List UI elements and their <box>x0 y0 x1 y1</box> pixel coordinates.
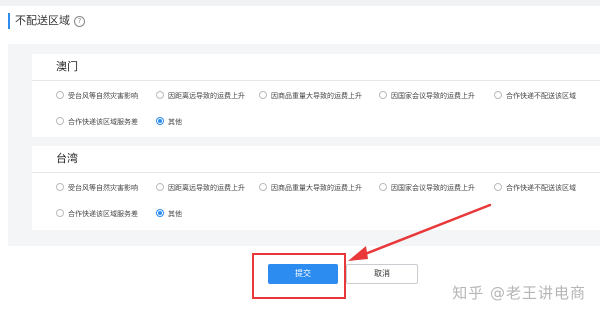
reason-radio[interactable]: 合作快递该区域服务差 <box>56 209 138 219</box>
reason-radio[interactable]: 受台风等自然灾害影响 <box>56 183 138 193</box>
region-card-taiwan: 台湾 受台风等自然灾害影响 因距离远导致的运费上升 因商品重量大导致的运费上升 … <box>32 146 600 230</box>
radio-icon[interactable] <box>379 183 387 191</box>
radio-icon[interactable] <box>56 117 64 125</box>
reason-label: 合作快递不配送该区域 <box>506 184 576 192</box>
reason-label: 因商品重量大导致的运费上升 <box>271 184 362 192</box>
reason-radio[interactable]: 因商品重量大导致的运费上升 <box>259 183 362 193</box>
help-icon[interactable]: ? <box>74 15 85 27</box>
reason-radio[interactable]: 合作快递不配送该区域 <box>494 91 576 101</box>
reason-label: 合作快递不配送该区域 <box>506 92 576 100</box>
cancel-button[interactable]: 取消 <box>346 264 418 284</box>
radio-checked-icon[interactable] <box>156 117 164 125</box>
radio-icon[interactable] <box>259 183 267 191</box>
reason-radio-selected[interactable]: 其他 <box>156 209 182 219</box>
radio-icon[interactable] <box>56 91 64 99</box>
reason-radio-selected[interactable]: 其他 <box>156 117 182 127</box>
section-title-text: 不配送区域 <box>15 14 70 27</box>
reason-radio[interactable]: 受台风等自然灾害影响 <box>56 91 138 101</box>
submit-button[interactable]: 提交 <box>268 264 338 284</box>
reason-label: 合作快递该区域服务差 <box>68 118 138 126</box>
watermark: 知乎 @老王讲电商 <box>452 284 586 302</box>
reason-radio[interactable]: 合作快递不配送该区域 <box>494 183 576 193</box>
reason-label: 因国家会议导致的运费上升 <box>391 92 475 100</box>
reason-label: 因国家会议导致的运费上升 <box>391 184 475 192</box>
region-title: 澳门 <box>56 60 78 73</box>
radio-icon[interactable] <box>156 183 164 191</box>
divider <box>32 80 600 81</box>
reason-label: 其他 <box>168 210 182 218</box>
radio-icon[interactable] <box>56 209 64 217</box>
reason-radio[interactable]: 因商品重量大导致的运费上升 <box>259 91 362 101</box>
reason-radio[interactable]: 因国家会议导致的运费上升 <box>379 183 475 193</box>
reason-label: 受台风等自然灾害影响 <box>68 184 138 192</box>
radio-icon[interactable] <box>379 91 387 99</box>
radio-icon[interactable] <box>494 91 502 99</box>
radio-icon[interactable] <box>494 183 502 191</box>
reason-label: 其他 <box>168 118 182 126</box>
reason-radio[interactable]: 因距离远导致的运费上升 <box>156 183 245 193</box>
divider <box>32 172 600 173</box>
radio-icon[interactable] <box>56 183 64 191</box>
region-title: 台湾 <box>56 152 78 165</box>
reason-radio[interactable]: 因国家会议导致的运费上升 <box>379 91 475 101</box>
reason-radio[interactable]: 合作快递该区域服务差 <box>56 117 138 127</box>
reason-label: 合作快递该区域服务差 <box>68 210 138 218</box>
radio-icon[interactable] <box>156 91 164 99</box>
reason-label: 因距离远导致的运费上升 <box>168 184 245 192</box>
region-card-macau: 澳门 受台风等自然灾害影响 因距离远导致的运费上升 因商品重量大导致的运费上升 … <box>32 54 600 137</box>
reason-label: 因距离远导致的运费上升 <box>168 92 245 100</box>
reason-radio[interactable]: 因距离远导致的运费上升 <box>156 91 245 101</box>
section-title: 不配送区域? <box>8 13 85 29</box>
reason-label: 因商品重量大导致的运费上升 <box>271 92 362 100</box>
reason-label: 受台风等自然灾害影响 <box>68 92 138 100</box>
radio-checked-icon[interactable] <box>156 209 164 217</box>
top-bar <box>0 0 600 6</box>
radio-icon[interactable] <box>259 91 267 99</box>
